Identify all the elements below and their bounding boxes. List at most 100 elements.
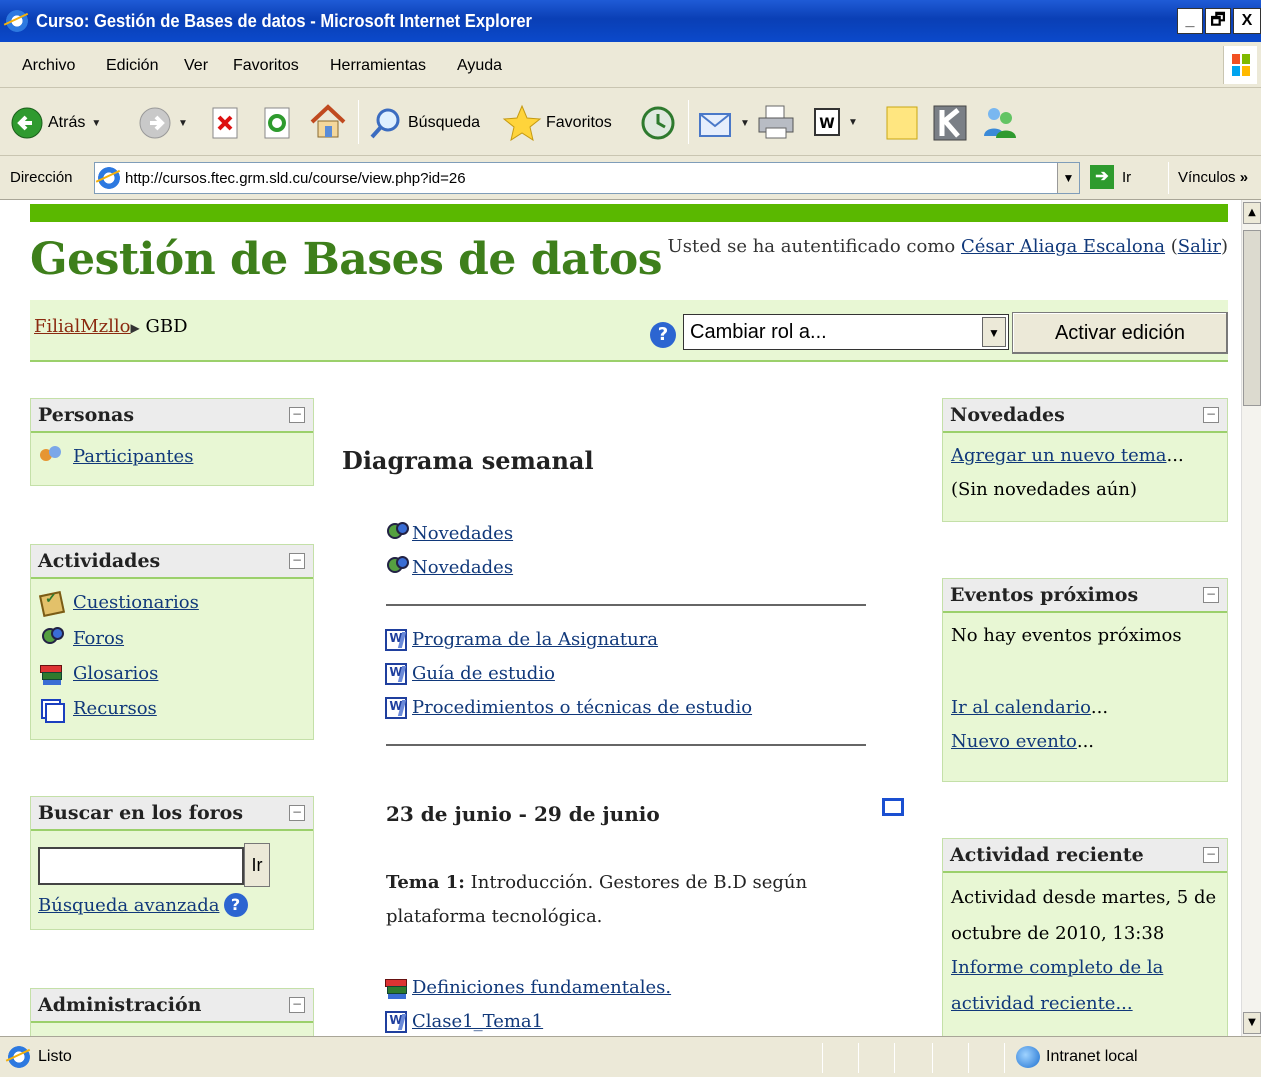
breadcrumb: FilialMzllo▶ GBD [34, 316, 188, 337]
role-select[interactable]: Cambiar rol a... ▼ [683, 314, 1009, 350]
forum-icon [39, 627, 64, 649]
quiz-icon [39, 591, 63, 613]
role-dropdown-icon[interactable]: ▼ [982, 317, 1006, 347]
home-button[interactable] [308, 104, 348, 140]
window-titlebar[interactable]: Curso: Gestión de Bases de datos - Micro… [0, 0, 1261, 42]
sidebar-item-glosarios[interactable]: Glosarios [39, 662, 158, 684]
intranet-globe-icon [1016, 1046, 1040, 1068]
minimize-button[interactable]: _ [1177, 8, 1203, 34]
back-dropdown-icon[interactable]: ▼ [91, 118, 101, 129]
scroll-up-icon[interactable]: ▲ [1243, 202, 1261, 224]
news-link[interactable]: Novedades [384, 522, 513, 544]
scroll-down-icon[interactable]: ▼ [1243, 1012, 1261, 1034]
forum-icon [384, 556, 410, 578]
edit-dropdown-icon[interactable]: ▼ [848, 117, 858, 128]
forward-button[interactable]: ▼ [138, 106, 188, 140]
home-icon [310, 104, 346, 138]
stop-button[interactable] [210, 106, 240, 140]
collapse-icon[interactable]: − [1203, 407, 1219, 423]
forum-search-input[interactable] [38, 847, 244, 885]
news-link[interactable]: Novedades [384, 556, 513, 578]
user-link[interactable]: César Aliaga Escalona [961, 236, 1165, 257]
back-button[interactable]: Atrás ▼ [10, 106, 101, 140]
logout-link[interactable]: Salir [1178, 236, 1221, 257]
mail-button[interactable]: ▼ [698, 106, 750, 140]
toolbar-separator [358, 100, 359, 144]
edit-word-button[interactable]: W ▼ [812, 106, 858, 138]
help-icon[interactable]: ? [223, 893, 248, 917]
week-title: 23 de junio - 29 de junio [386, 802, 660, 826]
menu-archivo[interactable]: Archivo [22, 57, 75, 75]
activate-editing-button[interactable]: Activar edición [1012, 312, 1228, 354]
address-dropdown-icon[interactable]: ▼ [1057, 163, 1079, 193]
discuss-button[interactable] [884, 104, 920, 142]
sidebar-item-cuestionarios[interactable]: Cuestionarios [39, 591, 199, 613]
block-title: Actividades [38, 550, 161, 572]
note-icon [886, 106, 918, 140]
ie-logo-icon [6, 10, 28, 32]
doc-link[interactable]: Guía de estudio [384, 662, 555, 685]
help-icon[interactable]: ? [650, 322, 676, 348]
calendar-row: Ir al calendario... [951, 697, 1109, 718]
doc-link[interactable]: Procedimientos o técnicas de estudio [384, 696, 752, 719]
full-report-link[interactable]: actividad reciente... [951, 993, 1133, 1014]
status-pane-divider [822, 1043, 823, 1073]
close-button[interactable]: X [1233, 8, 1261, 34]
forward-dropdown-icon[interactable]: ▼ [178, 118, 188, 129]
topic-summary: Tema 1: Introducción. Gestores de B.D se… [386, 872, 808, 927]
go-arrow-icon: ➔ [1090, 165, 1114, 189]
refresh-button[interactable] [262, 106, 292, 140]
show-only-week-toggle-icon[interactable] [882, 798, 904, 816]
doc-link[interactable]: Programa de la Asignatura [384, 628, 658, 651]
collapse-icon[interactable]: − [289, 805, 305, 821]
menu-ver[interactable]: Ver [184, 57, 208, 75]
status-pane-divider [894, 1043, 895, 1073]
doc-link[interactable]: Clase1_Tema1 [384, 1010, 543, 1033]
collapse-icon[interactable]: − [289, 997, 305, 1013]
collapse-icon[interactable]: − [289, 553, 305, 569]
messenger-k-button[interactable] [932, 104, 968, 142]
messenger-button[interactable] [982, 104, 1018, 140]
history-button[interactable] [640, 105, 676, 141]
address-url[interactable]: http://cursos.ftec.grm.sld.cu/course/vie… [125, 170, 466, 187]
breadcrumb-root-link[interactable]: FilialMzllo [34, 316, 131, 337]
mail-dropdown-icon[interactable]: ▼ [740, 118, 750, 129]
window-title: Curso: Gestión de Bases de datos - Micro… [36, 11, 532, 31]
maximize-button[interactable]: 🗗 [1205, 8, 1231, 34]
word-doc-icon [384, 1010, 410, 1033]
activity-since-line2: octubre de 2010, 13:38 [951, 923, 1165, 944]
stop-icon [212, 107, 238, 139]
sidebar-item-recursos[interactable]: Recursos [39, 697, 157, 723]
search-button[interactable]: Búsqueda [368, 106, 480, 140]
collapse-icon[interactable]: − [289, 407, 305, 423]
print-button[interactable] [756, 104, 796, 140]
links-more-icon[interactable]: » [1240, 169, 1248, 186]
menu-favoritos[interactable]: Favoritos [233, 57, 299, 75]
block-administracion: Administración − [30, 988, 314, 1036]
vertical-scrollbar[interactable]: ▲ ▼ [1241, 200, 1261, 1036]
links-button[interactable]: Vínculos » [1178, 169, 1248, 186]
advanced-search-link[interactable]: Búsqueda avanzada? [38, 893, 248, 917]
scroll-thumb[interactable] [1243, 230, 1261, 406]
word-edit-icon: W [814, 108, 840, 136]
calendar-link[interactable]: Ir al calendario [951, 697, 1091, 718]
mail-icon [699, 113, 731, 137]
menu-edicion[interactable]: Edición [106, 57, 158, 75]
add-topic-link[interactable]: Agregar un nuevo tema [951, 445, 1167, 466]
menu-ayuda[interactable]: Ayuda [457, 57, 502, 75]
history-icon [641, 106, 675, 140]
glossary-link[interactable]: Definiciones fundamentales. [384, 976, 671, 998]
status-bar: Listo Intranet local [0, 1036, 1261, 1077]
new-event-link[interactable]: Nuevo evento [951, 731, 1077, 752]
menu-herramientas[interactable]: Herramientas [330, 57, 426, 75]
sidebar-item-foros[interactable]: Foros [39, 627, 124, 649]
collapse-icon[interactable]: − [1203, 847, 1219, 863]
sidebar-item-participantes[interactable]: Participantes [39, 445, 193, 467]
go-button[interactable]: ➔ Ir [1090, 165, 1131, 189]
favorites-button[interactable]: Favoritos [502, 104, 612, 142]
block-title: Buscar en los foros [38, 802, 244, 824]
address-input[interactable]: http://cursos.ftec.grm.sld.cu/course/vie… [94, 162, 1080, 194]
full-report-link[interactable]: Informe completo de la [951, 957, 1163, 978]
collapse-icon[interactable]: − [1203, 587, 1219, 603]
forum-search-go-button[interactable]: Ir [244, 843, 270, 887]
